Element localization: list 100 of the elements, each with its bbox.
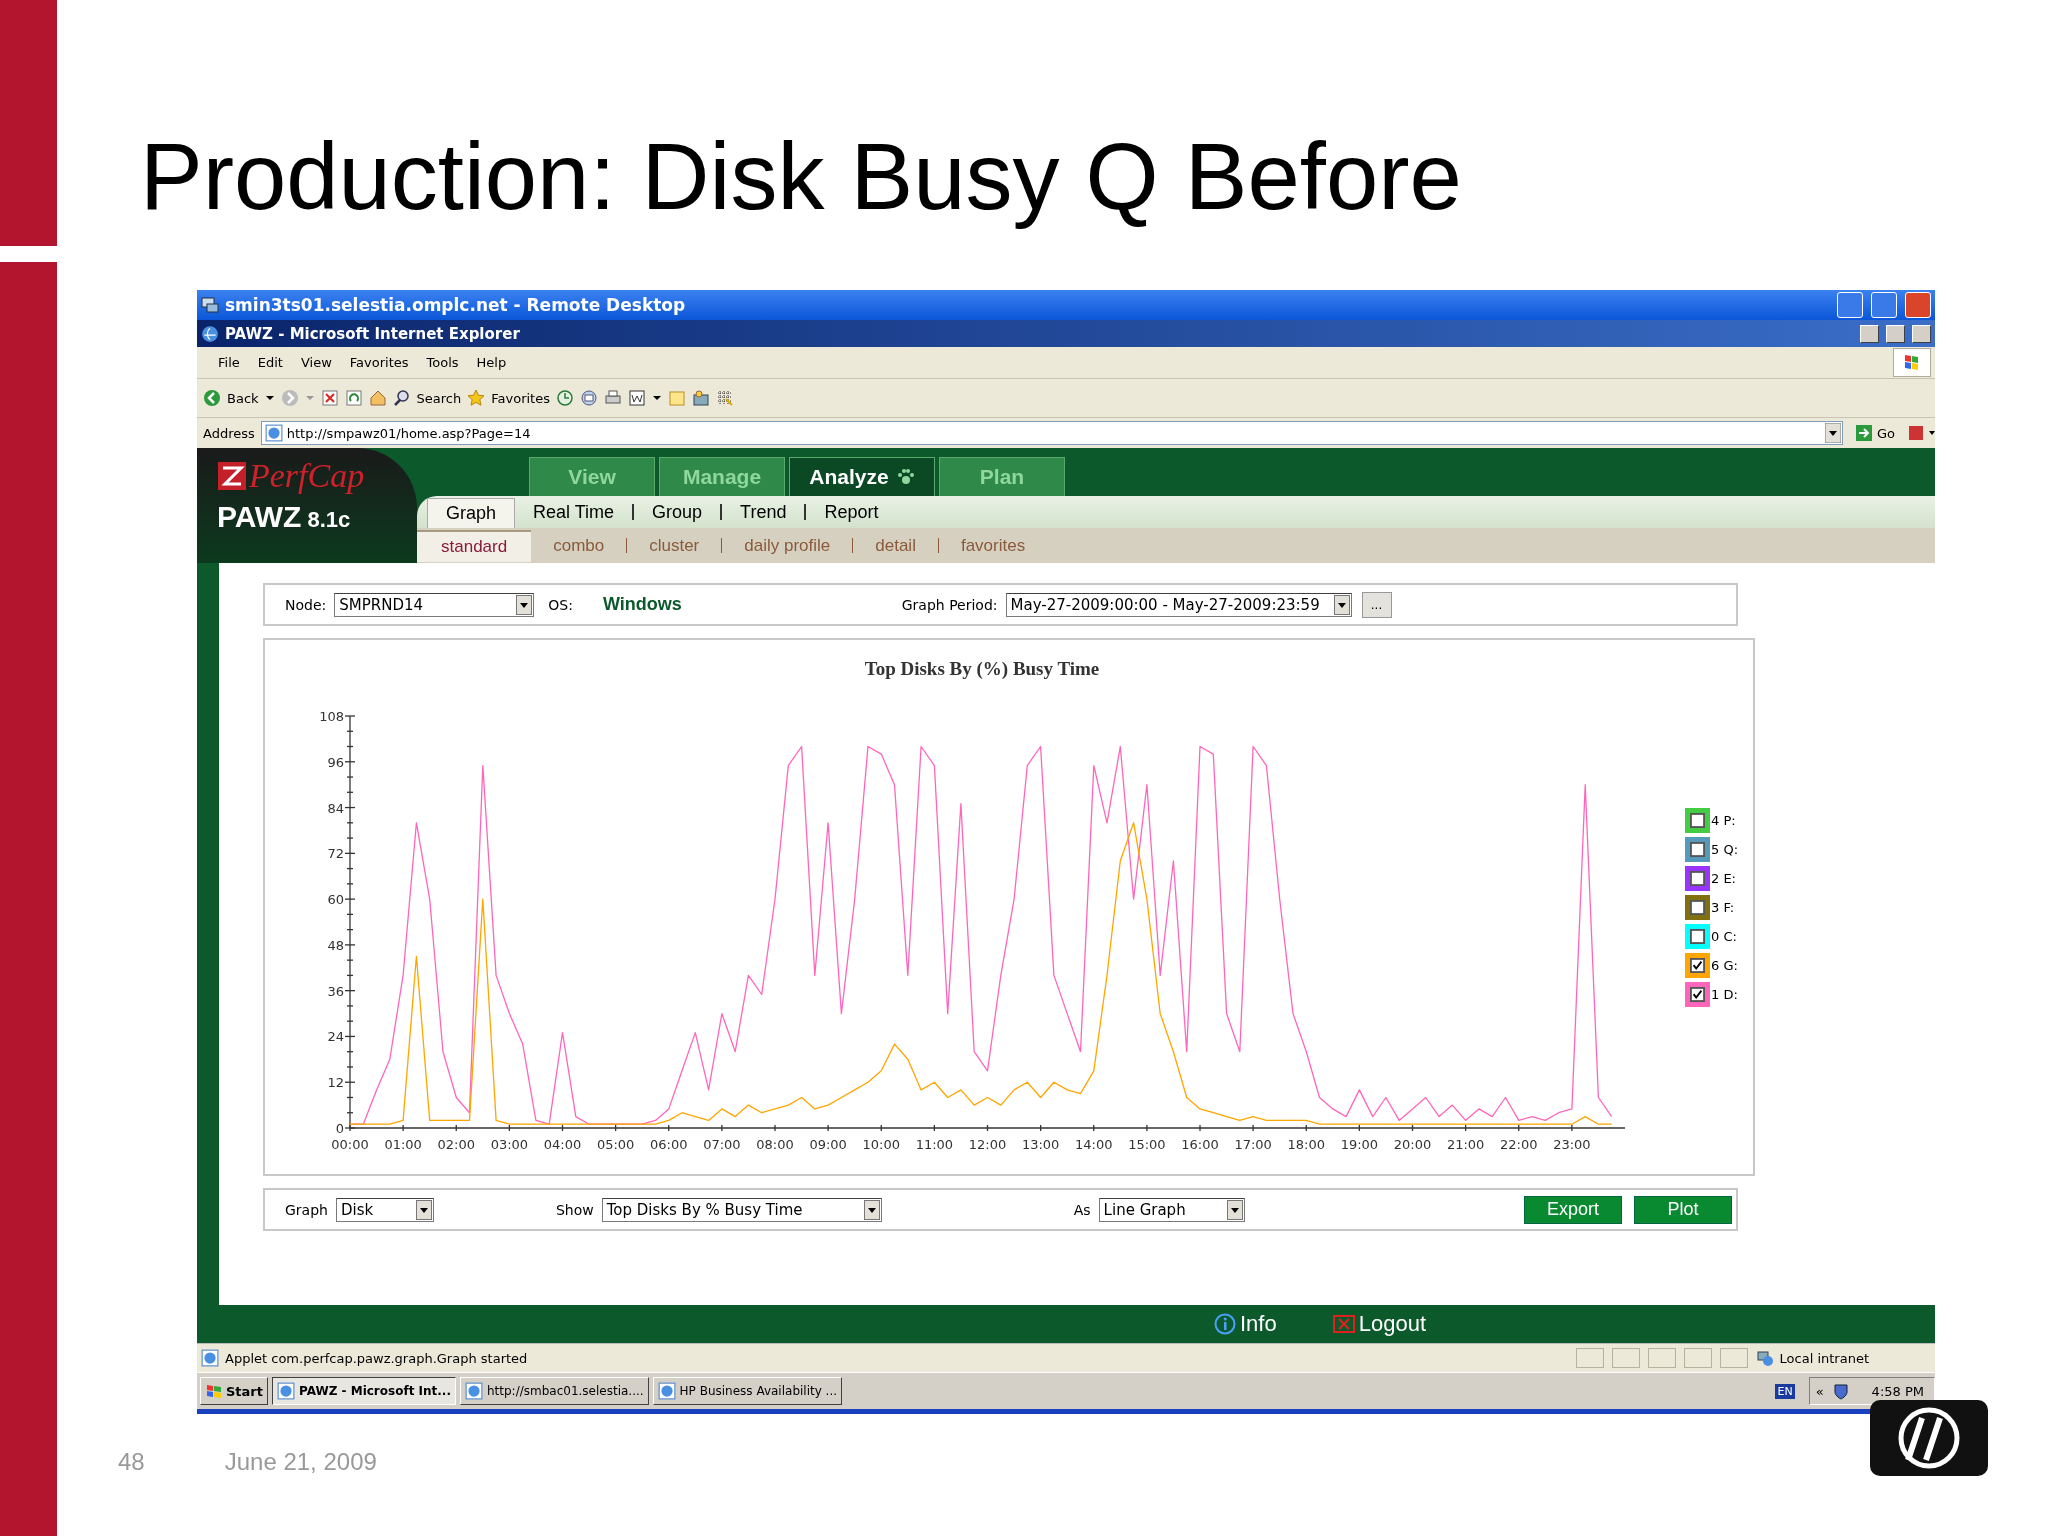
document-icon[interactable] <box>627 389 646 407</box>
dropdown[interactable]: Disk <box>335 1197 434 1222</box>
checkbox[interactable] <box>1690 842 1705 857</box>
checkbox[interactable] <box>1690 900 1705 915</box>
zone-text: Local intranet <box>1779 1350 1869 1366</box>
plot-button[interactable]: Plot <box>1634 1195 1732 1224</box>
axis-label: 24 <box>327 1029 344 1045</box>
checkbox[interactable] <box>1690 929 1705 944</box>
info-icon <box>1214 1313 1236 1335</box>
mode-tab[interactable]: standard <box>417 529 532 562</box>
axis-label: 14:00 <box>1075 1137 1113 1152</box>
mode-tab[interactable]: daily profile <box>722 535 853 556</box>
close-button[interactable] <box>1912 324 1931 343</box>
axis-label: 60 <box>327 892 344 908</box>
back-icon[interactable] <box>203 389 221 407</box>
search-button[interactable]: Search <box>416 390 462 406</box>
axis-label: 08:00 <box>756 1137 794 1152</box>
address-label: Address <box>203 425 255 441</box>
checkbox[interactable] <box>1690 987 1705 1002</box>
menu-item[interactable]: Favorites <box>340 355 418 370</box>
dropdown[interactable]: Line Graph <box>1098 1197 1245 1222</box>
refresh-icon[interactable] <box>344 389 363 407</box>
back-button[interactable]: Back <box>227 390 259 406</box>
favorites-button[interactable]: Favorites <box>491 390 550 406</box>
clock: 4:58 PM <box>1871 1383 1924 1399</box>
taskbar-button[interactable]: HP Business Availability ... <box>652 1377 843 1405</box>
legend-label: 2 E: <box>1711 871 1736 886</box>
minimize-button[interactable] <box>1860 324 1879 343</box>
language-indicator[interactable]: EN <box>1775 1383 1795 1399</box>
checkbox[interactable] <box>1690 813 1705 828</box>
printer-icon[interactable] <box>603 389 622 407</box>
caret-icon <box>863 1199 880 1220</box>
taskbar-button[interactable]: http://smbac01.selestia.... <box>460 1377 649 1405</box>
subnav-tab[interactable]: Trend <box>722 501 805 523</box>
restore-button[interactable] <box>1886 324 1905 343</box>
subnav-tab[interactable]: Report <box>806 501 897 523</box>
info-link[interactable]: Info <box>1214 1311 1277 1337</box>
close-button[interactable] <box>1905 292 1931 318</box>
menu-item[interactable]: Help <box>467 355 516 370</box>
start-button[interactable]: Start <box>200 1377 268 1405</box>
axis-label: 108 <box>319 709 344 724</box>
axis-label: 72 <box>327 846 344 862</box>
nav-tab[interactable]: Analyze <box>789 457 935 496</box>
more-button[interactable]: ... <box>1361 591 1392 618</box>
taskbar-button[interactable]: PAWZ - Microsoft Int... <box>272 1377 456 1405</box>
toolbar-icon[interactable] <box>1907 424 1935 442</box>
dropdown[interactable]: SMPRND14 <box>334 592 535 617</box>
axis-label: 12 <box>327 1075 344 1091</box>
caret-icon <box>1333 594 1350 615</box>
axis-label: 12:00 <box>968 1137 1007 1152</box>
axis-label: 22:00 <box>1500 1137 1538 1152</box>
subnav-tab[interactable]: Graph <box>427 497 516 529</box>
checkbox[interactable] <box>1690 958 1705 973</box>
subnav-tab[interactable]: Group <box>634 501 721 523</box>
mode-tab[interactable]: cluster <box>627 535 722 556</box>
dropdown[interactable]: May-27-2009:00:00 - May-27-2009:23:59 <box>1005 592 1352 617</box>
legend-label: 1 D: <box>1711 987 1738 1002</box>
legend-label: 0 C: <box>1711 929 1737 944</box>
field-label: Graph Period: <box>901 596 998 613</box>
mode-tab[interactable]: combo <box>531 535 627 556</box>
checkbox[interactable] <box>1690 871 1705 886</box>
address-field[interactable]: http://smpawz01/home.asp?Page=14 <box>260 421 1843 445</box>
version-label: 8.1c <box>307 507 351 533</box>
mode-tab[interactable]: detail <box>853 535 938 556</box>
stop-icon[interactable] <box>320 389 339 407</box>
search-icon[interactable] <box>392 389 411 407</box>
page-number: 48 <box>118 1448 145 1476</box>
field-label: Node: <box>285 596 327 613</box>
history-icon[interactable] <box>555 389 574 407</box>
flag-icon <box>1893 348 1931 377</box>
menu-item[interactable]: View <box>291 355 341 370</box>
axis-label: 15:00 <box>1128 1137 1166 1152</box>
export-button[interactable]: Export <box>1524 1195 1622 1224</box>
axis-label: 48 <box>327 937 344 953</box>
home-icon[interactable] <box>368 389 387 407</box>
dropdown[interactable]: Top Disks By % Busy Time <box>601 1197 882 1222</box>
tray-expand-button[interactable]: « <box>1815 1383 1824 1399</box>
star-icon[interactable] <box>467 389 486 407</box>
product-name: PAWZ <box>217 500 302 534</box>
legend-label: 3 F: <box>1711 900 1735 915</box>
menu-item[interactable]: Tools <box>417 355 468 370</box>
caret-icon <box>1226 1199 1243 1220</box>
axis-label: 21:00 <box>1446 1137 1485 1152</box>
status-panel <box>1647 1348 1676 1368</box>
menu-item[interactable]: Edit <box>248 355 292 370</box>
grid-icon[interactable] <box>715 389 734 407</box>
mode-tab[interactable]: favorites <box>938 535 1048 556</box>
browser-icon <box>465 1382 483 1400</box>
logout-link[interactable]: Logout <box>1332 1311 1426 1337</box>
field-label: OS: <box>548 596 573 613</box>
axis-label: 13:00 <box>1021 1137 1060 1152</box>
go-button[interactable]: Go <box>1848 424 1901 442</box>
shield-icon[interactable] <box>1831 1382 1850 1400</box>
menu-item[interactable]: File <box>209 355 249 370</box>
subnav-tab[interactable]: Real Time <box>515 501 633 523</box>
browser-icon <box>657 1382 676 1400</box>
status-panel <box>1719 1348 1748 1368</box>
tools-icon[interactable] <box>691 389 710 407</box>
browser-icon <box>201 324 219 343</box>
close-icon <box>1332 1313 1355 1335</box>
